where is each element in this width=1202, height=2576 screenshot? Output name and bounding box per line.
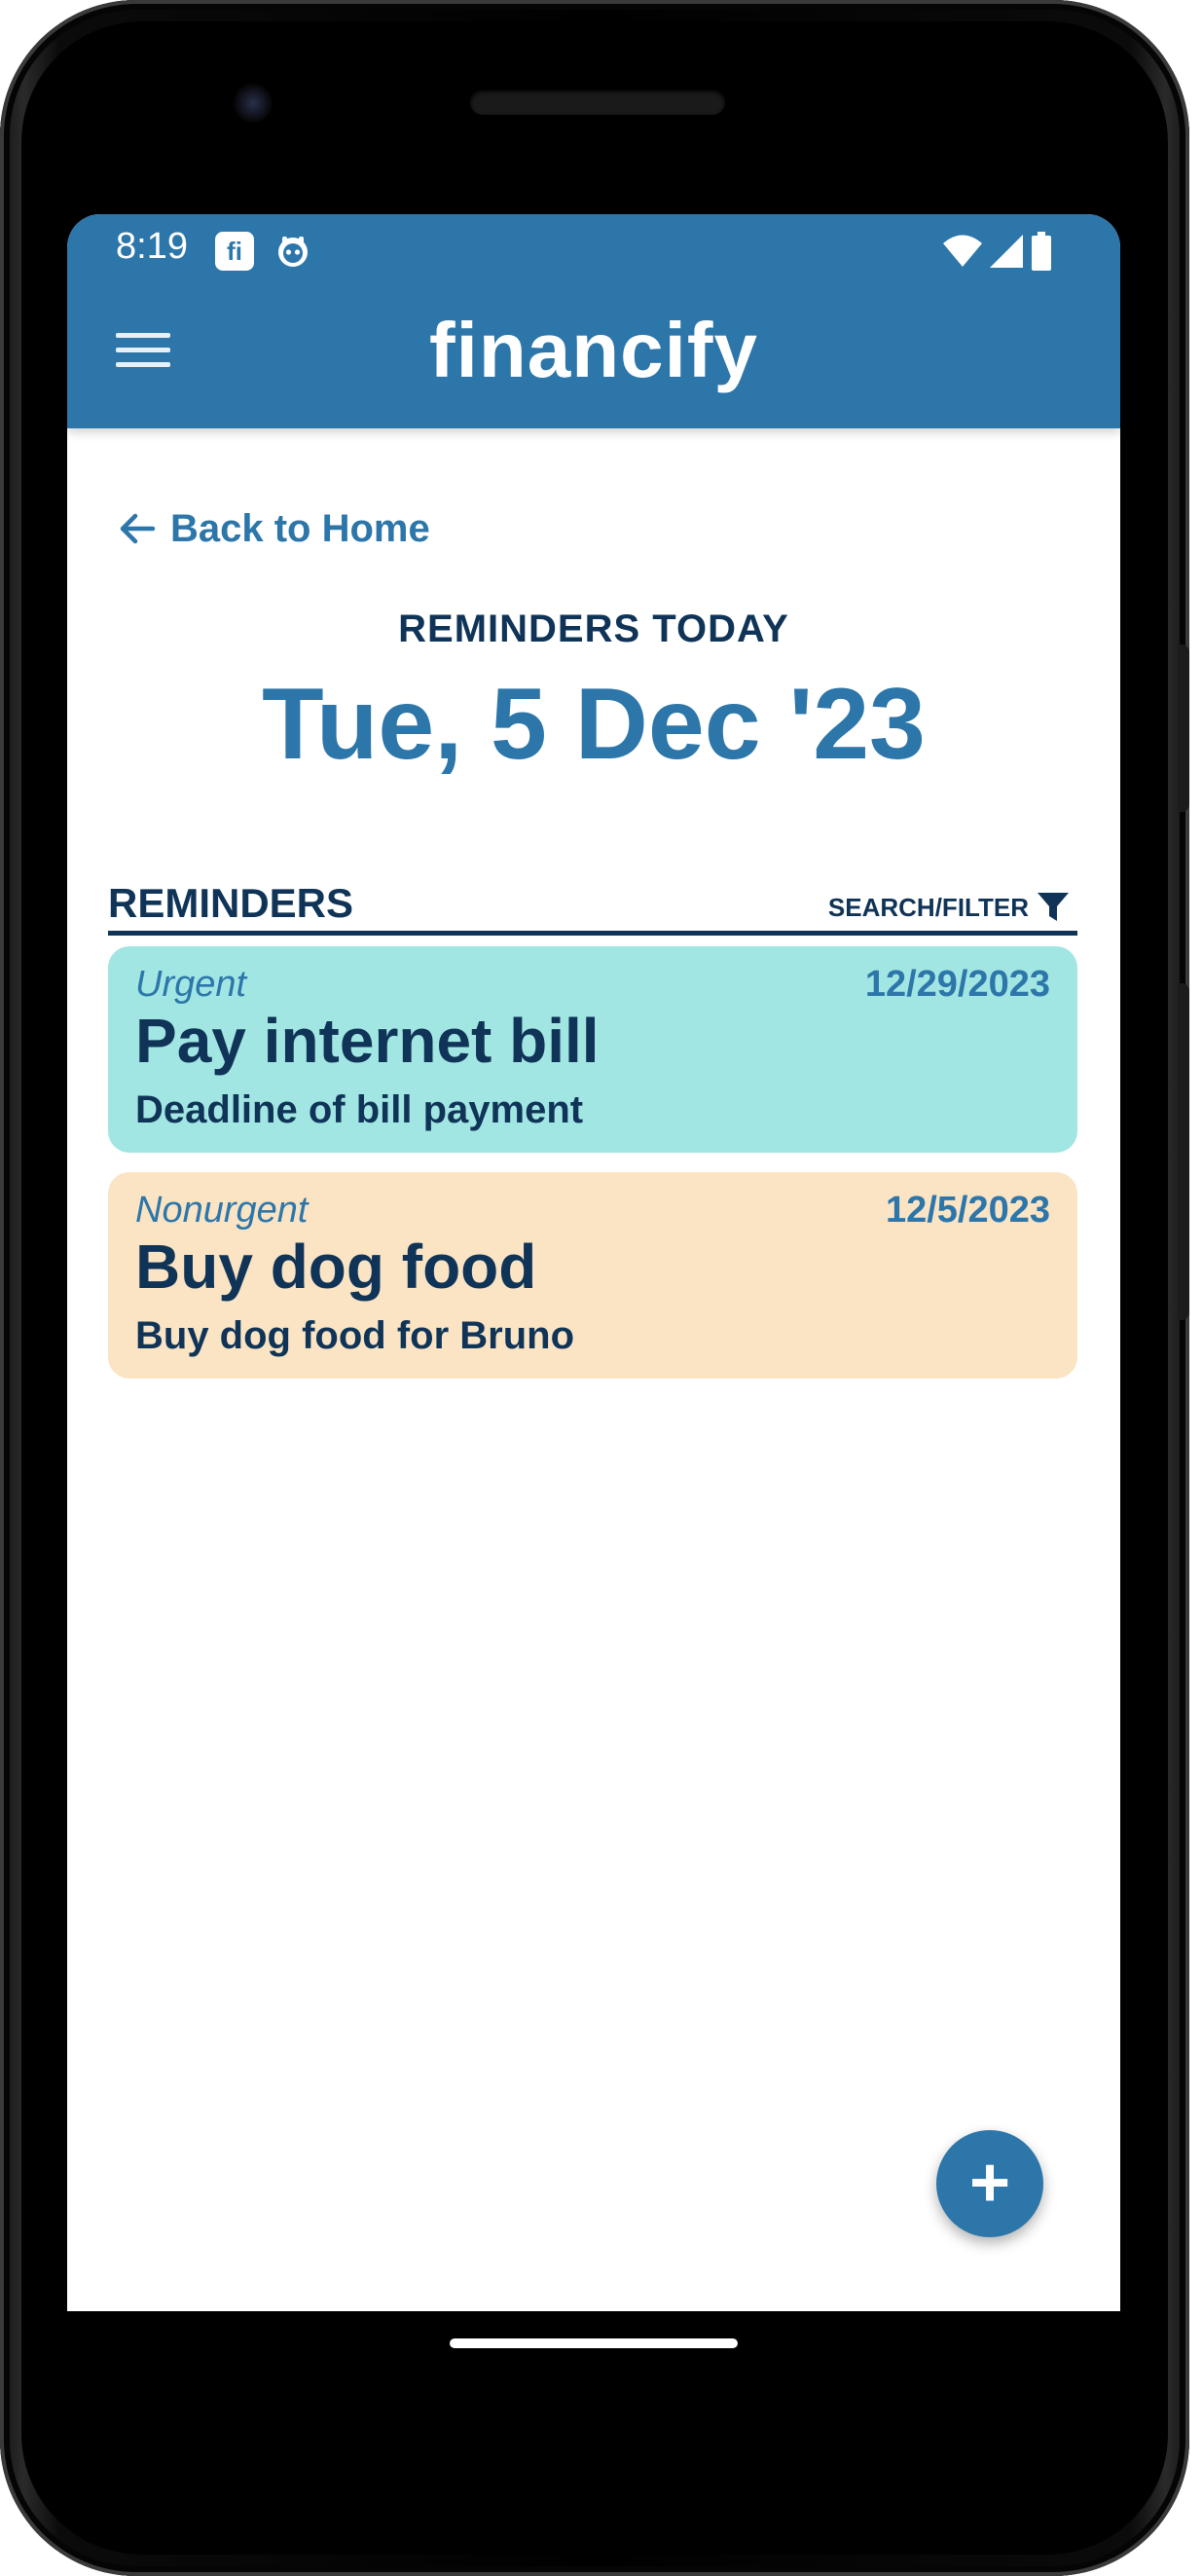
- search-filter-label: SEARCH/FILTER: [827, 892, 1029, 922]
- current-date-heading: Tue, 5 Dec '23: [262, 668, 926, 781]
- front-camera: [234, 84, 273, 123]
- reminders-today-label: REMINDERS TODAY: [398, 607, 789, 650]
- battery-icon: [1032, 232, 1051, 271]
- back-to-home-link[interactable]: Back to Home: [118, 487, 430, 570]
- power-button: [1178, 644, 1189, 812]
- volume-button: [1178, 983, 1189, 1320]
- reminder-date: 12/5/2023: [885, 1190, 1050, 1231]
- wifi-icon: [943, 235, 982, 267]
- reminder-date: 12/29/2023: [864, 964, 1050, 1005]
- reminder-description: Buy dog food for Bruno: [135, 1314, 575, 1357]
- app-title: financify: [429, 307, 758, 393]
- reminder-priority: Nonurgent: [135, 1190, 309, 1231]
- app-bar: 8:19 fi financify: [67, 214, 1120, 428]
- home-indicator[interactable]: [450, 2338, 738, 2348]
- add-icon: +: [968, 2144, 1011, 2222]
- phone-frame: 8:19 fi financify Back to Home REMINDERS…: [0, 0, 1189, 2576]
- search-filter-button[interactable]: SEARCH/FILTER: [828, 892, 1070, 923]
- app-screen: 8:19 fi financify Back to Home REMINDERS…: [67, 214, 1120, 2311]
- financify-fi-icon: fi: [215, 232, 254, 271]
- earpiece-speaker: [470, 90, 725, 115]
- system-status-icons: [943, 230, 1052, 273]
- reminder-title: Buy dog food: [135, 1232, 537, 1302]
- back-link-label: Back to Home: [170, 506, 430, 550]
- status-time: 8:19: [116, 226, 188, 267]
- reminder-title: Pay internet bill: [135, 1006, 600, 1076]
- reminder-card[interactable]: Nonurgent 12/5/2023 Buy dog food Buy dog…: [108, 1172, 1077, 1379]
- arrow-left-icon: [120, 513, 156, 544]
- robot-icon: [278, 237, 308, 267]
- reminders-list-header: REMINDERS SEARCH/FILTER: [108, 872, 1077, 936]
- reminder-description: Deadline of bill payment: [135, 1088, 584, 1131]
- reminders-section-title: REMINDERS: [108, 880, 354, 926]
- reminder-priority: Urgent: [135, 964, 247, 1005]
- reminder-card[interactable]: Urgent 12/29/2023 Pay internet bill Dead…: [108, 946, 1077, 1153]
- filter-icon: [1038, 893, 1069, 921]
- add-reminder-button[interactable]: +: [936, 2130, 1043, 2237]
- cellular-signal-icon: [990, 235, 1023, 268]
